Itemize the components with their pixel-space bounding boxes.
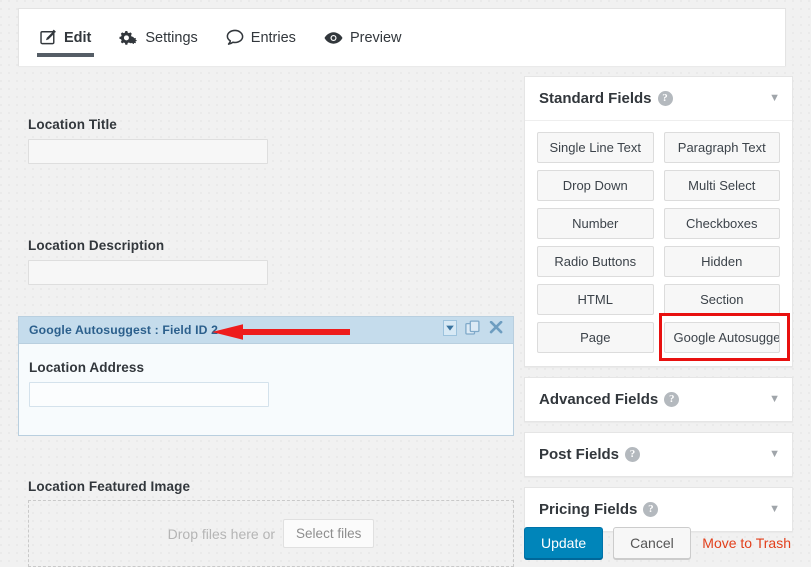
field-button-drop-down[interactable]: Drop Down bbox=[537, 170, 654, 201]
field-button-single-line-text[interactable]: Single Line Text bbox=[537, 132, 654, 163]
speech-bubble-icon bbox=[226, 29, 244, 46]
field-button-radio-buttons[interactable]: Radio Buttons bbox=[537, 246, 654, 277]
selected-field-header: Google Autosuggest : Field ID 2 bbox=[19, 317, 513, 344]
panel-pricing-fields-title: Pricing Fields bbox=[539, 501, 637, 518]
panel-advanced-fields-header[interactable]: Advanced Fields ? ▼ bbox=[525, 378, 792, 421]
gears-icon bbox=[119, 29, 138, 47]
tab-entries-label: Entries bbox=[251, 31, 296, 46]
tab-edit[interactable]: Edit bbox=[37, 9, 94, 66]
location-description-label: Location Description bbox=[28, 238, 164, 253]
form-actions: Update Cancel Move to Trash bbox=[524, 527, 793, 559]
file-dropzone[interactable]: Drop files here or Select files bbox=[28, 500, 514, 567]
field-block-location-description[interactable]: Location Description bbox=[28, 237, 164, 255]
panel-advanced-fields-title: Advanced Fields bbox=[539, 391, 658, 408]
eye-icon bbox=[324, 30, 343, 46]
field-button-html[interactable]: HTML bbox=[537, 284, 654, 315]
dropzone-text: Drop files here or bbox=[168, 526, 275, 542]
panel-standard-fields-body: Single Line Text Paragraph Text Drop Dow… bbox=[525, 120, 792, 366]
tab-list: Edit Settings Entries bbox=[19, 9, 785, 66]
update-button[interactable]: Update bbox=[524, 527, 603, 559]
panel-standard-fields-title: Standard Fields bbox=[539, 90, 652, 107]
tab-settings-label: Settings bbox=[145, 31, 197, 46]
help-icon[interactable]: ? bbox=[664, 392, 679, 407]
duplicate-icon[interactable] bbox=[465, 320, 481, 341]
field-block-featured-image[interactable]: Location Featured Image bbox=[28, 478, 190, 496]
tab-preview[interactable]: Preview bbox=[321, 9, 405, 66]
location-address-label: Location Address bbox=[29, 360, 513, 375]
selected-field-title: Google Autosuggest : Field ID 2 bbox=[29, 323, 218, 337]
panel-pricing-fields-header[interactable]: Pricing Fields ? ▼ bbox=[525, 488, 792, 531]
panel-post-fields-header[interactable]: Post Fields ? ▼ bbox=[525, 433, 792, 476]
tab-settings[interactable]: Settings bbox=[116, 9, 200, 66]
chevron-down-icon[interactable]: ▼ bbox=[769, 93, 780, 104]
field-block-google-autosuggest-selected[interactable]: Google Autosuggest : Field ID 2 bbox=[18, 316, 514, 436]
cancel-button[interactable]: Cancel bbox=[613, 527, 691, 559]
location-title-label: Location Title bbox=[28, 117, 117, 132]
field-button-paragraph-text[interactable]: Paragraph Text bbox=[664, 132, 781, 163]
edit-pencil-icon bbox=[40, 29, 57, 46]
form-editor-canvas: Location Title Location Description Goog… bbox=[18, 66, 514, 567]
help-icon[interactable]: ? bbox=[643, 502, 658, 517]
field-button-hidden[interactable]: Hidden bbox=[664, 246, 781, 277]
panel-post-fields: Post Fields ? ▼ bbox=[524, 432, 793, 477]
field-button-section[interactable]: Section bbox=[664, 284, 781, 315]
field-types-sidebar: Standard Fields ? ▼ Single Line Text Par… bbox=[524, 76, 793, 542]
field-button-number[interactable]: Number bbox=[537, 208, 654, 239]
chevron-down-icon[interactable]: ▼ bbox=[769, 449, 780, 460]
move-to-trash-link[interactable]: Move to Trash bbox=[702, 535, 793, 551]
location-title-input[interactable] bbox=[28, 139, 268, 164]
field-button-page[interactable]: Page bbox=[537, 322, 654, 353]
panel-advanced-fields: Advanced Fields ? ▼ bbox=[524, 377, 793, 422]
chevron-down-icon[interactable]: ▼ bbox=[769, 504, 780, 515]
chevron-down-icon[interactable] bbox=[443, 320, 457, 341]
field-block-location-title[interactable]: Location Title bbox=[28, 116, 117, 134]
panel-post-fields-title: Post Fields bbox=[539, 446, 619, 463]
location-address-input[interactable] bbox=[29, 382, 269, 407]
panel-standard-fields: Standard Fields ? ▼ Single Line Text Par… bbox=[524, 76, 793, 367]
standard-field-button-grid: Single Line Text Paragraph Text Drop Dow… bbox=[537, 132, 780, 353]
field-button-checkboxes[interactable]: Checkboxes bbox=[664, 208, 781, 239]
field-button-google-autosuggest[interactable]: Google Autosugge bbox=[664, 322, 781, 353]
chevron-down-icon[interactable]: ▼ bbox=[769, 394, 780, 405]
field-button-multi-select[interactable]: Multi Select bbox=[664, 170, 781, 201]
help-icon[interactable]: ? bbox=[658, 91, 673, 106]
tab-preview-label: Preview bbox=[350, 31, 402, 46]
tab-entries[interactable]: Entries bbox=[223, 9, 299, 66]
panel-pricing-fields: Pricing Fields ? ▼ bbox=[524, 487, 793, 532]
panel-standard-fields-header[interactable]: Standard Fields ? ▼ bbox=[525, 77, 792, 120]
tab-edit-label: Edit bbox=[64, 31, 91, 46]
location-featured-image-label: Location Featured Image bbox=[28, 479, 190, 494]
help-icon[interactable]: ? bbox=[625, 447, 640, 462]
form-editor-tabbar: Edit Settings Entries bbox=[18, 8, 786, 66]
selected-field-toolbar bbox=[443, 320, 507, 341]
select-files-button[interactable]: Select files bbox=[283, 519, 374, 548]
close-icon[interactable] bbox=[489, 321, 503, 340]
selected-field-body: Location Address bbox=[19, 344, 513, 407]
location-description-input[interactable] bbox=[28, 260, 268, 285]
